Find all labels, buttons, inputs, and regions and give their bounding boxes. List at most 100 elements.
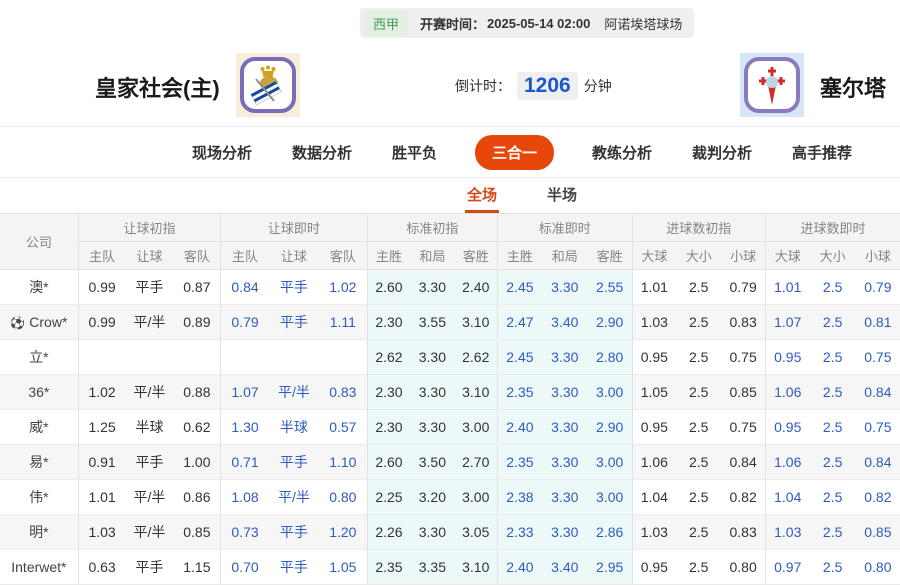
- odds-cell: 1.01: [765, 269, 810, 305]
- odds-cell: 平/半: [125, 304, 174, 340]
- tab-coach-analysis[interactable]: 教练分析: [590, 136, 654, 169]
- odds-cell: 2.30: [367, 304, 411, 340]
- odds-cell: 0.89: [173, 304, 222, 340]
- odds-cell: 2.60: [367, 269, 411, 305]
- odds-cell: 0.95: [632, 549, 677, 585]
- odds-cell: 0.84: [855, 444, 900, 480]
- company-cell: 伟*: [0, 479, 79, 515]
- kickoff-time: 2025-05-14 02:00: [487, 15, 591, 31]
- odds-cell: [125, 339, 174, 375]
- odds-cell: 0.85: [855, 514, 900, 550]
- odds-cell: 0.85: [721, 374, 766, 410]
- odds-cell: 0.73: [220, 514, 269, 550]
- table-row: 威* 1.25 半球 0.62 1.30 半球 0.57 2.30 3.30 3.00 2.40 3.…: [0, 409, 900, 445]
- odds-cell: 2.5: [809, 479, 856, 515]
- odds-cell: 3.00: [454, 479, 499, 515]
- odds-cell: 2.5: [809, 514, 856, 550]
- away-team-name: 塞尔塔: [820, 76, 887, 101]
- odds-cell: [268, 339, 319, 375]
- odds-cell: 3.10: [454, 374, 499, 410]
- tab-live-analysis[interactable]: 现场分析: [190, 136, 254, 169]
- odds-cell: 2.40: [497, 409, 542, 445]
- odds-cell: 平手: [268, 549, 319, 585]
- odds-cell: 3.10: [454, 304, 499, 340]
- sub-header: 让球: [125, 241, 174, 270]
- odds-cell: 2.5: [676, 549, 722, 585]
- odds-cell: 半球: [125, 409, 174, 445]
- odds-cell: 0.95: [632, 339, 677, 375]
- odds-cell: 1.08: [220, 479, 269, 515]
- odds-cell: 0.83: [721, 514, 766, 550]
- odds-cell: 1.04: [765, 479, 810, 515]
- odds-cell: 2.5: [676, 374, 722, 410]
- odds-cell: 0.71: [220, 444, 269, 480]
- table-row: 澳* 0.99 平手 0.87 0.84 平手 1.02 2.60 3.30 2.40 2.45 3.…: [0, 269, 900, 305]
- company-cell: ⚽ Crow*: [0, 304, 79, 340]
- odds-cell: 3.30: [541, 514, 588, 550]
- odds-cell: 2.55: [587, 269, 633, 305]
- odds-cell: 0.79: [220, 304, 269, 340]
- odds-cell: [78, 339, 126, 375]
- match-meta-bar: 西甲 开赛时间： 2025-05-14 02:00 阿诺埃塔球场: [360, 8, 695, 38]
- odds-cell: 1.15: [173, 549, 222, 585]
- table-row: ⚽ Crow* 0.99 平/半 0.89 0.79 平手 1.11 2.30 3.55 3.10 2…: [0, 304, 900, 340]
- odds-cell: 3.35: [410, 549, 455, 585]
- odds-cell: 0.91: [78, 444, 126, 480]
- odds-cell: 2.47: [497, 304, 542, 340]
- analysis-nav-inner: 现场分析 数据分析 胜平负 三合一 教练分析 裁判分析 高手推荐: [190, 134, 854, 170]
- sub-header: 主胜: [497, 241, 542, 270]
- odds-cell: 0.95: [765, 409, 810, 445]
- odds-cell: 1.06: [632, 444, 677, 480]
- tab-three-in-one[interactable]: 三合一: [474, 134, 554, 170]
- subtab-full-match[interactable]: 全场: [464, 178, 499, 213]
- odds-cell: 2.90: [587, 409, 633, 445]
- sub-header: 主队: [78, 241, 126, 270]
- away-team-crest-icon: [744, 57, 800, 113]
- odds-cell: 平/半: [125, 514, 174, 550]
- tab-referee-analysis[interactable]: 裁判分析: [690, 136, 754, 169]
- match-header: 西甲 开赛时间： 2025-05-14 02:00 阿诺埃塔球场 皇家社会(主)…: [0, 0, 900, 127]
- tab-expert-picks[interactable]: 高手推荐: [790, 136, 854, 169]
- odds-cell: 3.30: [541, 269, 588, 305]
- odds-cell: 3.00: [587, 444, 633, 480]
- odds-cell: 1.03: [632, 514, 677, 550]
- odds-cell: 1.02: [319, 269, 368, 305]
- odds-cell: 平手: [125, 549, 174, 585]
- odds-cell: 0.80: [319, 479, 368, 515]
- company-cell: 36*: [0, 374, 79, 410]
- odds-cell: 0.70: [220, 549, 269, 585]
- sub-header: 和局: [541, 241, 588, 270]
- group-header-standard-initial: 标准初指: [367, 213, 499, 242]
- sub-header: 客队: [319, 241, 368, 270]
- subtab-half-match[interactable]: 半场: [545, 178, 579, 213]
- odds-cell: 半球: [268, 409, 319, 445]
- odds-cell: 1.05: [632, 374, 677, 410]
- odds-cell: 3.30: [410, 514, 455, 550]
- company-cell: 威*: [0, 409, 79, 445]
- odds-cell: 2.35: [497, 444, 542, 480]
- odds-cell: 3.30: [541, 374, 588, 410]
- tab-data-analysis[interactable]: 数据分析: [290, 136, 354, 169]
- odds-cell: 3.10: [454, 549, 499, 585]
- soccer-ball-icon: ⚽: [10, 316, 26, 330]
- odds-cell: 平/半: [268, 479, 319, 515]
- tab-win-draw-lose[interactable]: 胜平负: [390, 136, 439, 169]
- odds-cell: 2.62: [367, 339, 411, 375]
- odds-cell: 2.60: [367, 444, 411, 480]
- odds-cell: 3.30: [541, 409, 588, 445]
- odds-cell: [173, 339, 222, 375]
- odds-cell: 1.00: [173, 444, 222, 480]
- sub-header: 小球: [855, 241, 900, 270]
- odds-cell: 0.75: [855, 409, 900, 445]
- odds-cell: 3.00: [587, 374, 633, 410]
- odds-cell: 0.80: [721, 549, 766, 585]
- company-cell: 易*: [0, 444, 79, 480]
- odds-cell: 3.05: [454, 514, 499, 550]
- odds-cell: 2.5: [676, 339, 722, 375]
- odds-cell: 0.85: [173, 514, 222, 550]
- odds-cell: 3.55: [410, 304, 455, 340]
- odds-cell: 2.30: [367, 374, 411, 410]
- analysis-nav: 现场分析 数据分析 胜平负 三合一 教练分析 裁判分析 高手推荐: [0, 127, 900, 178]
- odds-cell: 0.95: [765, 339, 810, 375]
- table-row: 明* 1.03 平/半 0.85 0.73 平手 1.20 2.26 3.30 3.05 2.33 3…: [0, 514, 900, 550]
